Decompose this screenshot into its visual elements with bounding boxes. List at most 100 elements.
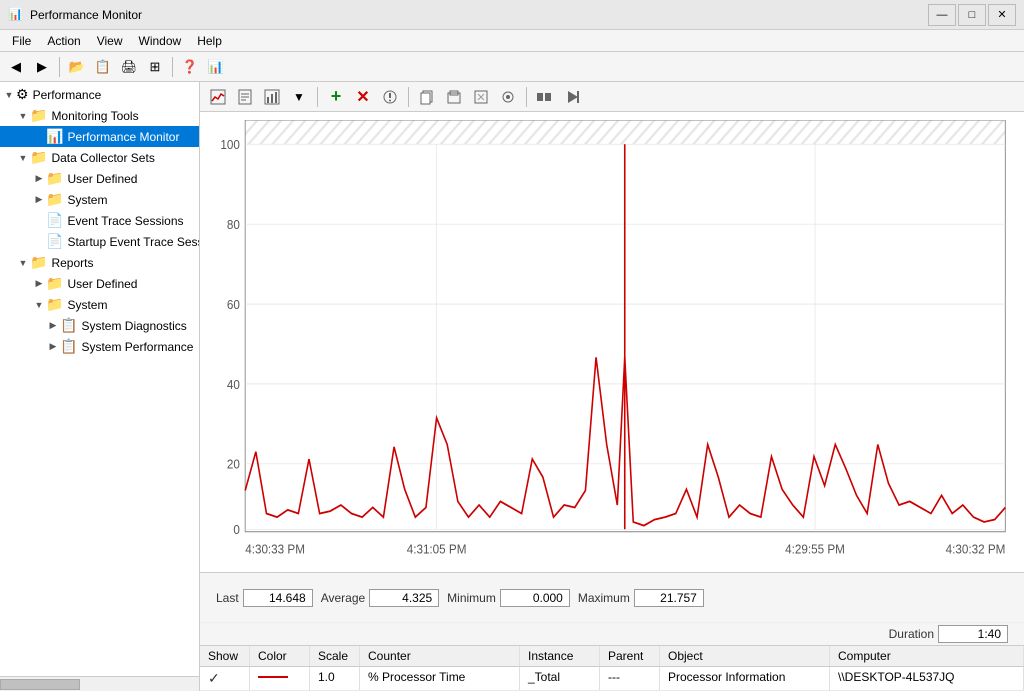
sidebar-item-system-performance[interactable]: ▶ 📋 System Performance <box>0 336 199 357</box>
sd-icon: 📋 <box>60 317 77 334</box>
menu-help[interactable]: Help <box>189 32 230 50</box>
chart-area: 100 80 60 40 20 0 <box>200 112 1024 572</box>
properties-toolbar-btn[interactable]: ⊞ <box>143 55 167 79</box>
stats-bar: Last 14.648 Average 4.325 Minimum 0.000 … <box>200 572 1024 622</box>
delete-counter-btn[interactable]: ✕ <box>351 86 375 108</box>
sidebar-item-user-defined-2[interactable]: ▶ 📁 User Defined <box>0 273 199 294</box>
sidebar-item-performance-monitor[interactable]: 📊 Performance Monitor <box>0 126 199 147</box>
gtb-sep1 <box>317 87 318 107</box>
sys2-expander: ▼ <box>32 298 46 312</box>
header-counter: Counter <box>360 646 520 666</box>
header-parent: Parent <box>600 646 660 666</box>
menu-action[interactable]: Action <box>39 32 88 50</box>
view-histogram-btn[interactable] <box>260 86 284 108</box>
sidebar-item-event-trace[interactable]: 📄 Event Trace Sessions <box>0 210 199 231</box>
sidebar-item-system-1[interactable]: ▶ 📁 System <box>0 189 199 210</box>
last-label: Last <box>216 591 239 605</box>
performance-chart: 100 80 60 40 20 0 <box>208 120 1016 568</box>
menu-window[interactable]: Window <box>131 32 190 50</box>
maximum-value: 21.757 <box>634 589 704 607</box>
sp-icon: 📋 <box>60 338 77 355</box>
sp-expander: ▶ <box>46 340 60 354</box>
scrollbar-thumb[interactable] <box>0 679 80 690</box>
clear-display-btn[interactable] <box>469 86 493 108</box>
minimize-button[interactable]: — <box>928 4 956 26</box>
update-btn[interactable] <box>560 86 584 108</box>
window-title: Performance Monitor <box>30 8 928 22</box>
paste-image-btn[interactable] <box>442 86 466 108</box>
rep-icon: 📁 <box>30 254 47 271</box>
sidebar-item-system-2[interactable]: ▼ 📁 System <box>0 294 199 315</box>
right-panel: ▼ + ✕ <box>200 82 1024 691</box>
add-counter-btn[interactable]: + <box>324 86 348 108</box>
monitoring-tools-icon: 📁 <box>30 107 47 124</box>
average-value: 4.325 <box>369 589 439 607</box>
sys2-icon: 📁 <box>46 296 63 313</box>
back-button[interactable]: ◀ <box>4 55 28 79</box>
menu-view[interactable]: View <box>89 32 131 50</box>
counter-properties-btn[interactable] <box>378 86 402 108</box>
sys1-expander: ▶ <box>32 193 46 207</box>
table-row[interactable]: ✓ 1.0 % Processor Time _Total --- Proces… <box>200 667 1024 691</box>
svg-text:20: 20 <box>227 457 240 472</box>
perf-mon-label: Performance Monitor <box>67 130 179 144</box>
ud2-expander: ▶ <box>32 277 46 291</box>
main-toolbar: ◀ ▶ 📂 📋 🖨 ⊞ ❓ 📊 <box>0 52 1024 82</box>
title-bar: 📊 Performance Monitor — □ ✕ <box>0 0 1024 30</box>
minimum-label: Minimum <box>447 591 496 605</box>
view-dropdown-btn[interactable]: ▼ <box>287 86 311 108</box>
dcs-expander: ▼ <box>16 151 30 165</box>
root-icon: ⚙ <box>16 86 29 103</box>
new-folder-button[interactable]: 📋 <box>91 55 115 79</box>
average-label: Average <box>321 591 365 605</box>
counter-table-header: Show Color Scale Counter Instance Parent… <box>200 646 1024 667</box>
left-panel-scrollbar[interactable] <box>0 676 199 691</box>
sys2-label: System <box>67 298 107 312</box>
sidebar-item-monitoring-tools[interactable]: ▼ 📁 Monitoring Tools <box>0 105 199 126</box>
view-graph-btn[interactable] <box>206 86 230 108</box>
row-instance: _Total <box>520 667 600 690</box>
perf-mon-expander <box>32 130 46 144</box>
title-bar-buttons: — □ ✕ <box>928 4 1016 26</box>
sidebar-item-data-collector-sets[interactable]: ▼ 📁 Data Collector Sets <box>0 147 199 168</box>
et-icon: 📄 <box>46 212 63 229</box>
app-icon: 📊 <box>8 7 24 23</box>
ud1-icon: 📁 <box>46 170 63 187</box>
print-button[interactable]: 🖨 <box>117 55 141 79</box>
copy-image-btn[interactable] <box>415 86 439 108</box>
freeze-btn[interactable] <box>533 86 557 108</box>
graph-toolbar: ▼ + ✕ <box>200 82 1024 112</box>
sidebar-item-reports[interactable]: ▼ 📁 Reports <box>0 252 199 273</box>
highlight-btn[interactable] <box>496 86 520 108</box>
minimum-value: 0.000 <box>500 589 570 607</box>
color-swatch <box>258 670 288 684</box>
row-computer: \\DESKTOP-4L537JQ <box>830 667 1024 690</box>
sidebar-item-startup-event[interactable]: 📄 Startup Event Trace Sess… <box>0 231 199 252</box>
svg-text:4:30:32 PM: 4:30:32 PM <box>946 542 1006 557</box>
rep-expander: ▼ <box>16 256 30 270</box>
tree-root[interactable]: ▼ ⚙ Performance <box>0 84 199 105</box>
maximize-button[interactable]: □ <box>958 4 986 26</box>
stat-minimum: Minimum 0.000 <box>447 589 570 607</box>
monitor-button[interactable]: 📊 <box>204 55 228 79</box>
gtb-sep3 <box>526 87 527 107</box>
ud1-label: User Defined <box>67 172 137 186</box>
svg-text:60: 60 <box>227 297 240 312</box>
toolbar-sep-1 <box>59 57 60 77</box>
header-show: Show <box>200 646 250 666</box>
row-object: Processor Information <box>660 667 830 690</box>
perf-mon-icon: 📊 <box>46 128 63 145</box>
show-checkbox[interactable]: ✓ <box>208 670 220 686</box>
forward-button[interactable]: ▶ <box>30 55 54 79</box>
sidebar-item-user-defined-1[interactable]: ▶ 📁 User Defined <box>0 168 199 189</box>
main-container: ▼ ⚙ Performance ▼ 📁 Monitoring Tools 📊 P… <box>0 82 1024 691</box>
row-show: ✓ <box>200 667 250 690</box>
help-button[interactable]: ❓ <box>178 55 202 79</box>
view-report-btn[interactable] <box>233 86 257 108</box>
row-color <box>250 667 310 690</box>
open-button[interactable]: 📂 <box>65 55 89 79</box>
sidebar-item-system-diagnostics[interactable]: ▶ 📋 System Diagnostics <box>0 315 199 336</box>
menu-file[interactable]: File <box>4 32 39 50</box>
close-button[interactable]: ✕ <box>988 4 1016 26</box>
svg-text:4:29:55 PM: 4:29:55 PM <box>785 542 845 557</box>
